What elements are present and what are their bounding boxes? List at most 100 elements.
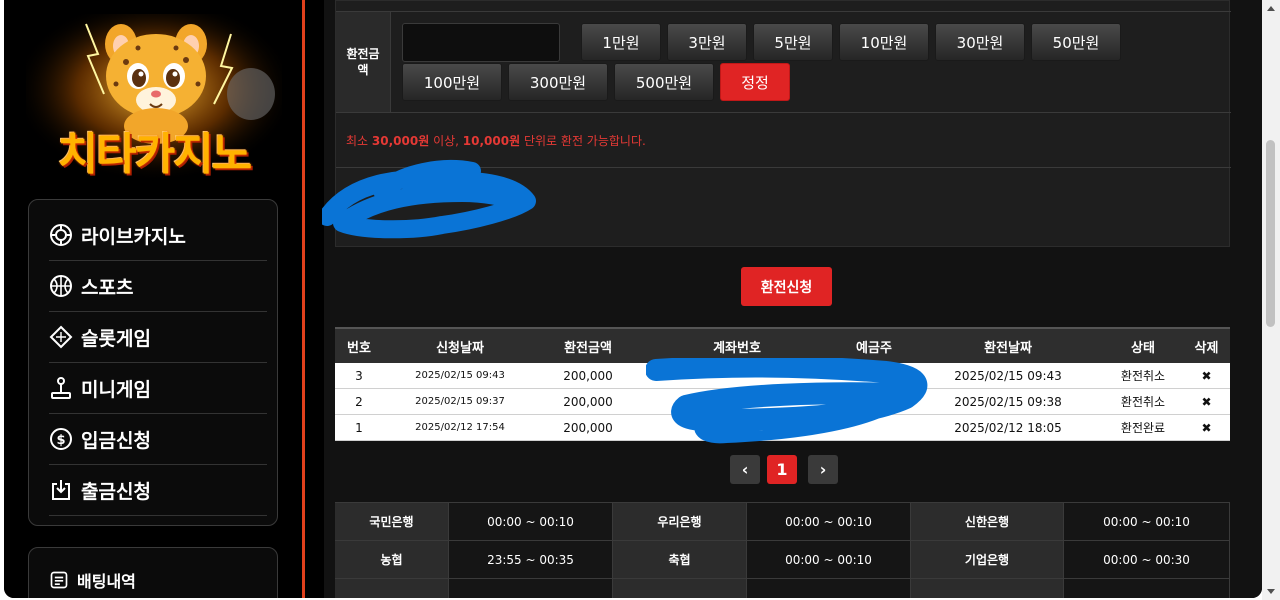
amount-button-10k[interactable]: 1만원 <box>581 23 661 61</box>
amount-button-500k[interactable]: 50만원 <box>1031 23 1121 61</box>
scroll-up-arrow-icon[interactable] <box>1267 6 1275 11</box>
sidebar-item-label: 입금신청 <box>81 429 151 452</box>
withdraw-amount: 200,000 <box>563 394 613 409</box>
column-header: 신청날짜 <box>436 340 484 356</box>
column-header: 상태 <box>1131 340 1155 356</box>
divider <box>336 11 1231 12</box>
divider <box>336 112 1231 113</box>
sidebar-item-label: 슬롯게임 <box>81 327 151 350</box>
logo-text: 치타카지노 <box>57 129 252 180</box>
table-row-partial <box>335 579 1230 598</box>
amount-button-3m[interactable]: 300만원 <box>508 63 608 101</box>
dollar-coin-icon: $ <box>49 427 73 451</box>
sidebar-item-live-casino[interactable]: 라이브카지노 <box>49 210 267 261</box>
bank-name: 국민은행 <box>335 503 449 540</box>
amount-button-30k[interactable]: 3만원 <box>667 23 747 61</box>
bank-maintenance-time <box>1064 579 1230 598</box>
sidebar-item-label: 스포츠 <box>81 276 134 299</box>
sidebar-divider <box>302 0 305 598</box>
status-text: 환전완료 <box>1120 421 1166 435</box>
withdraw-amount: 200,000 <box>563 420 613 435</box>
pagination-page-current[interactable]: 1 <box>767 455 797 484</box>
scrollbar-thumb[interactable] <box>1266 140 1275 327</box>
bank-name: 축협 <box>613 541 747 578</box>
bank-name <box>335 579 449 598</box>
bank-name <box>613 579 747 598</box>
withdraw-notice: 최소 30,000원 이상, 10,000원 단위로 환전 가능합니다. <box>346 134 646 148</box>
bank-maintenance-time: 00:00 ~ 00:10 <box>449 503 613 540</box>
column-header: 번호 <box>347 340 371 356</box>
bank-maintenance-time: 00:00 ~ 00:10 <box>747 541 911 578</box>
redaction-scribble <box>646 358 928 444</box>
reset-button[interactable]: 정정 <box>720 63 790 101</box>
bank-name: 기업은행 <box>911 541 1064 578</box>
bank-name: 농협 <box>335 541 449 578</box>
status-text: 환전취소 <box>1120 369 1166 383</box>
bank-maintenance-time: 23:55 ~ 00:35 <box>449 541 613 578</box>
bank-maintenance-time: 00:00 ~ 00:10 <box>747 503 911 540</box>
sidebar-item-withdraw[interactable]: 출금신청 <box>49 465 267 516</box>
delete-icon[interactable]: ✖ <box>1183 369 1230 383</box>
sidebar-item-deposit[interactable]: $ 입금신청 <box>49 414 267 465</box>
app-window: 치타카지노 라이브카지노 스포츠 슬롯게임 미니게임 $ 입금신청 출금신청 배… <box>4 0 1262 598</box>
secondary-menu: 배팅내역 <box>28 547 278 598</box>
row-number: 2 <box>355 394 363 409</box>
bank-name: 신한은행 <box>911 503 1064 540</box>
sidebar-item-sports[interactable]: 스포츠 <box>49 261 267 312</box>
sidebar-item-mini-games[interactable]: 미니게임 <box>49 363 267 414</box>
poker-chip-icon <box>49 223 73 247</box>
withdraw-icon <box>49 478 73 502</box>
column-header: 환전날짜 <box>984 340 1032 356</box>
sidebar-item-betting-history[interactable]: 배팅내역 <box>49 566 136 594</box>
table-row: 농협 23:55 ~ 00:35 축협 00:00 ~ 00:10 기업은행 0… <box>335 541 1230 579</box>
diamond-icon <box>49 325 73 349</box>
withdraw-page: 환전금액 1만원 3만원 5만원 10만원 30만원 50만원 100만원 30… <box>322 0 1262 598</box>
bank-name <box>911 579 1064 598</box>
table-row: 국민은행 00:00 ~ 00:10 우리은행 00:00 ~ 00:10 신한… <box>335 503 1230 541</box>
withdraw-form: 환전금액 1만원 3만원 5만원 10만원 30만원 50만원 100만원 30… <box>322 0 1231 247</box>
sidebar-item-label: 미니게임 <box>81 378 151 401</box>
column-header: 삭제 <box>1194 340 1219 356</box>
svg-text:$: $ <box>56 433 65 448</box>
basketball-icon <box>49 274 73 298</box>
sidebar-item-label: 라이브카지노 <box>81 225 186 248</box>
amount-input[interactable] <box>402 23 560 62</box>
joystick-icon <box>49 376 73 400</box>
sidebar: 치타카지노 라이브카지노 스포츠 슬롯게임 미니게임 $ 입금신청 출금신청 배… <box>4 0 302 598</box>
delete-icon[interactable]: ✖ <box>1183 421 1230 435</box>
delete-icon[interactable]: ✖ <box>1183 395 1230 409</box>
amount-button-50k[interactable]: 5만원 <box>753 23 833 61</box>
amount-button-5m[interactable]: 500만원 <box>614 63 714 101</box>
withdraw-submit-button[interactable]: 환전신청 <box>741 267 832 306</box>
bank-maintenance-time <box>747 579 911 598</box>
status-text: 환전취소 <box>1120 395 1166 409</box>
column-header: 환전금액 <box>564 340 612 356</box>
main-menu: 라이브카지노 스포츠 슬롯게임 미니게임 $ 입금신청 출금신청 <box>28 199 278 526</box>
amount-label: 환전금액 <box>336 12 391 112</box>
sidebar-item-label: 출금신청 <box>81 480 151 503</box>
scroll-down-arrow-icon[interactable] <box>1267 589 1275 594</box>
withdraw-amount: 200,000 <box>563 368 613 383</box>
amount-button-1m[interactable]: 100만원 <box>402 63 502 101</box>
amount-button-300k[interactable]: 30만원 <box>935 23 1025 61</box>
row-number: 3 <box>355 368 363 383</box>
page-scrollbar[interactable] <box>1262 0 1280 600</box>
redaction-scribble <box>322 160 536 239</box>
column-header: 예금주 <box>856 340 892 356</box>
pagination-next-button[interactable]: › <box>808 455 838 484</box>
request-date: 2025/02/15 09:43 <box>415 370 505 381</box>
request-date: 2025/02/12 17:54 <box>415 422 505 433</box>
amount-button-100k[interactable]: 10만원 <box>839 23 929 61</box>
pagination-prev-button[interactable]: ‹ <box>730 455 760 484</box>
column-header: 계좌번호 <box>713 340 761 356</box>
sidebar-item-label: 배팅내역 <box>77 572 136 591</box>
bank-maintenance-time <box>449 579 613 598</box>
betting-history-icon <box>49 570 69 590</box>
bank-maintenance-time: 00:00 ~ 00:30 <box>1064 541 1230 578</box>
bank-maintenance-table: 국민은행 00:00 ~ 00:10 우리은행 00:00 ~ 00:10 신한… <box>335 502 1230 598</box>
row-number: 1 <box>355 420 363 435</box>
request-date: 2025/02/15 09:37 <box>415 396 505 407</box>
sidebar-item-slot-games[interactable]: 슬롯게임 <box>49 312 267 363</box>
bank-maintenance-time: 00:00 ~ 00:10 <box>1064 503 1230 540</box>
site-logo[interactable]: 치타카지노 <box>26 14 282 182</box>
